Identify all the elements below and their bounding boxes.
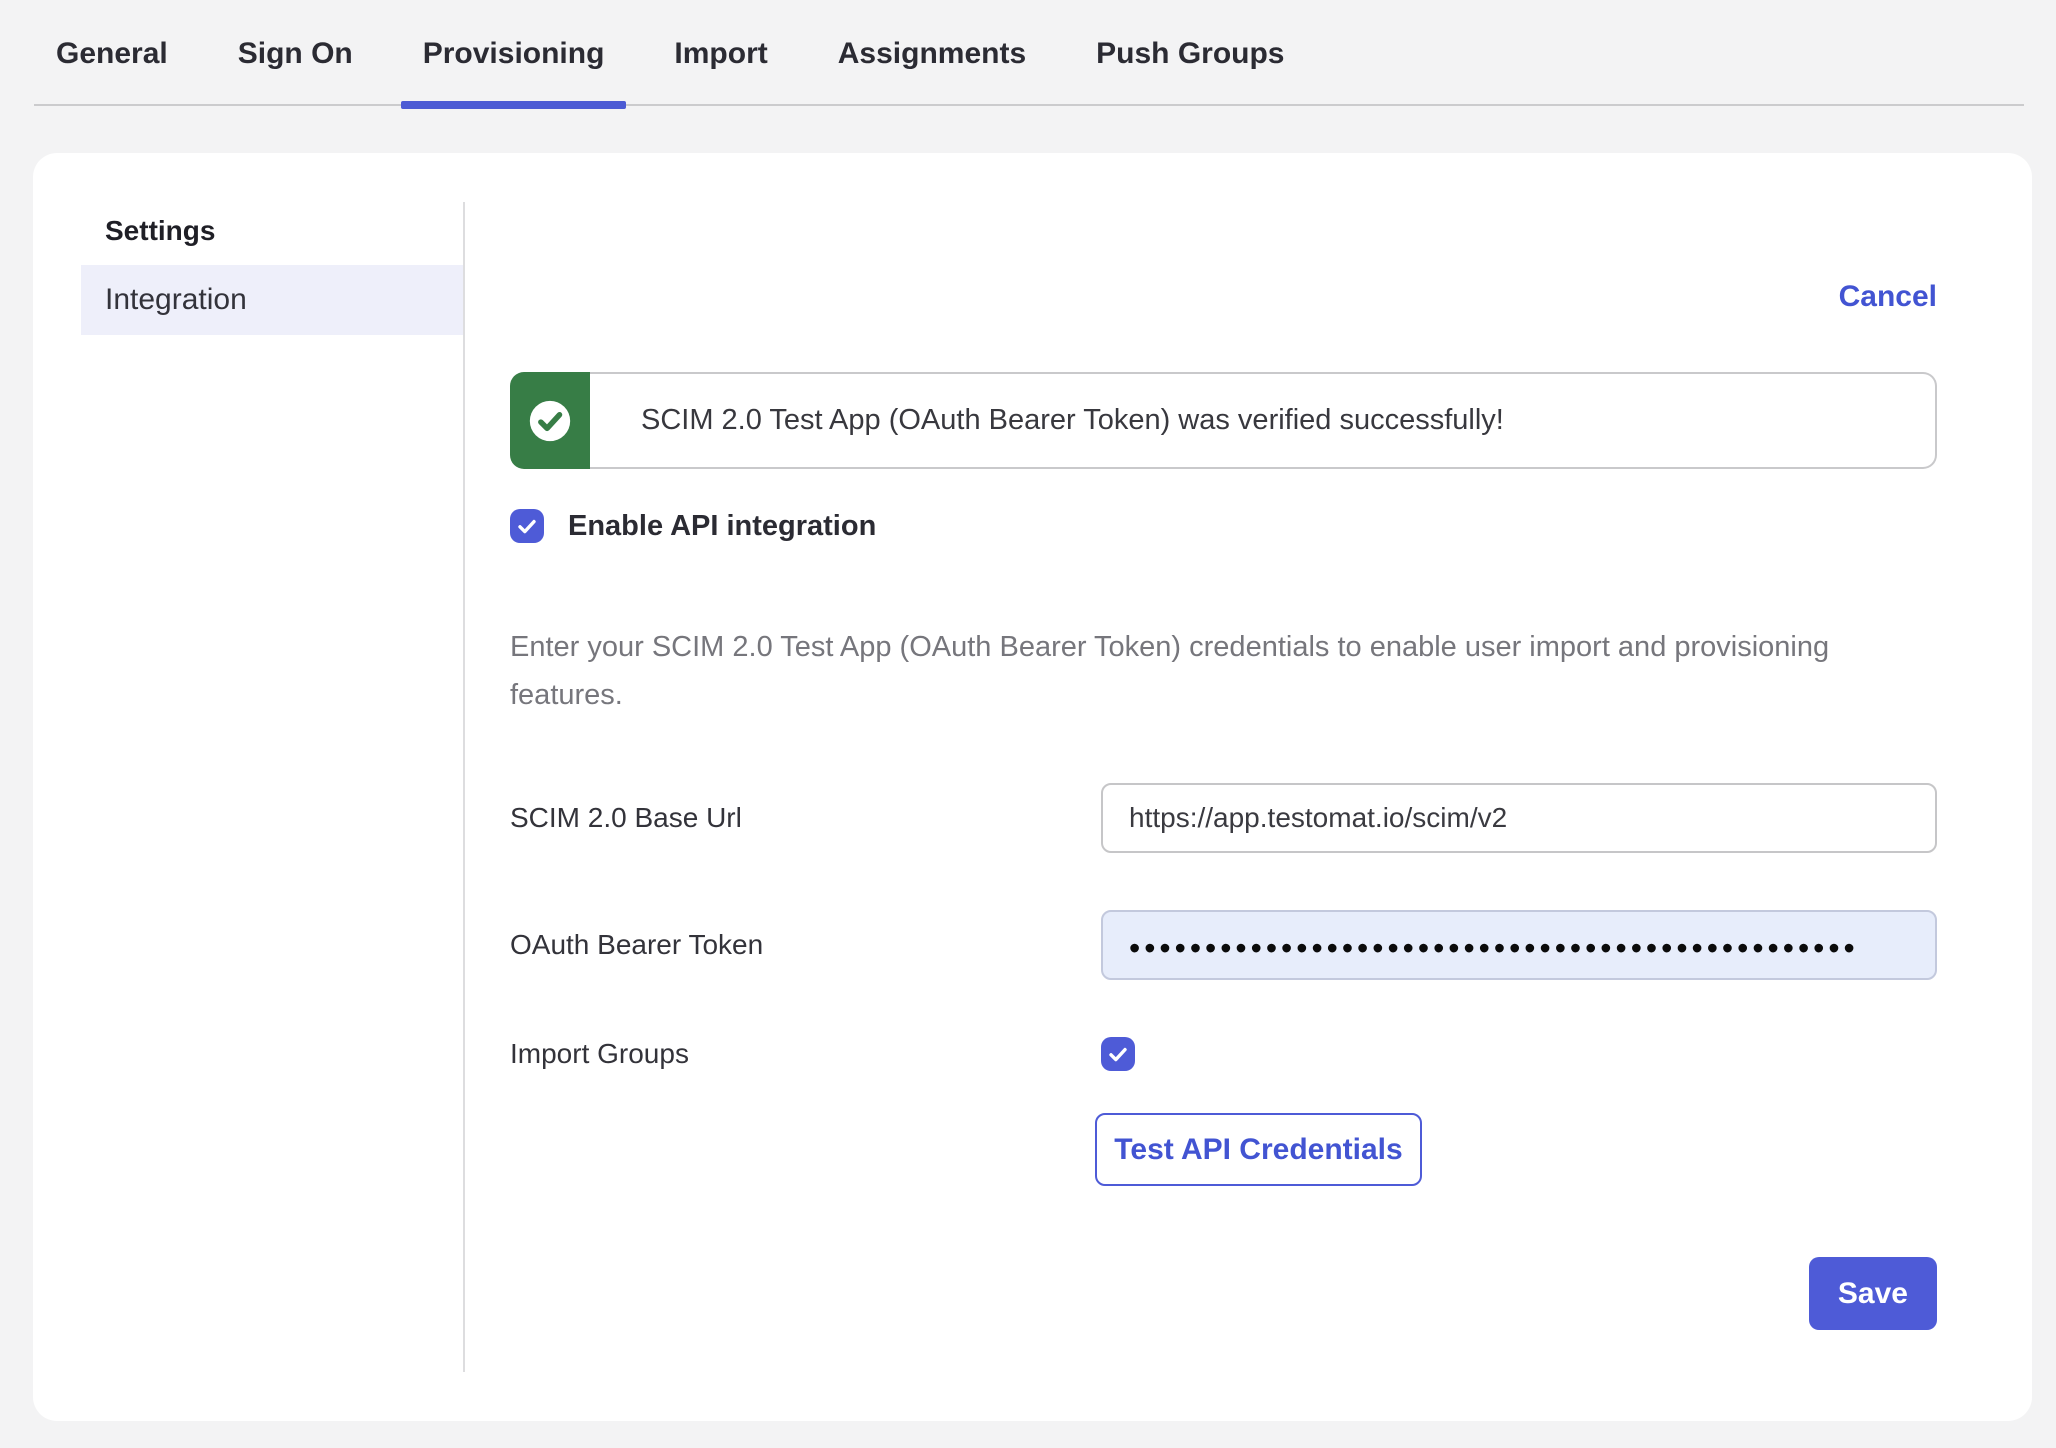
sidebar-divider xyxy=(463,202,465,1372)
token-input[interactable] xyxy=(1101,910,1937,980)
save-button[interactable]: Save xyxy=(1809,1257,1937,1330)
tab-import[interactable]: Import xyxy=(652,38,789,104)
base-url-input[interactable] xyxy=(1101,783,1937,853)
app-tab-bar: General Sign On Provisioning Import Assi… xyxy=(34,0,2024,106)
settings-sidebar: Settings Integration xyxy=(33,153,463,1421)
tab-push-groups[interactable]: Push Groups xyxy=(1074,38,1306,104)
import-groups-checkbox[interactable] xyxy=(1101,1037,1135,1071)
success-banner: SCIM 2.0 Test App (OAuth Bearer Token) w… xyxy=(510,372,1937,469)
tab-sign-on[interactable]: Sign On xyxy=(216,38,375,104)
sidebar-heading: Settings xyxy=(105,215,463,247)
save-row: Save xyxy=(510,1257,1937,1330)
cancel-row: Cancel xyxy=(510,280,1937,314)
checkmark-icon xyxy=(1106,1042,1130,1066)
success-banner-body: SCIM 2.0 Test App (OAuth Bearer Token) w… xyxy=(590,372,1937,469)
integration-panel: Cancel SCIM 2.0 Test App (OAuth Bearer T… xyxy=(463,153,2032,1421)
success-banner-accent xyxy=(510,372,590,469)
token-row: OAuth Bearer Token xyxy=(510,910,1937,980)
base-url-row: SCIM 2.0 Base Url xyxy=(510,783,1937,853)
test-api-credentials-button[interactable]: Test API Credentials xyxy=(1095,1113,1422,1186)
provisioning-card: Settings Integration Cancel SCIM 2.0 Tes… xyxy=(33,153,2032,1421)
enable-api-checkbox[interactable] xyxy=(510,509,544,543)
checkmark-icon xyxy=(515,514,539,538)
tab-provisioning[interactable]: Provisioning xyxy=(401,38,627,104)
tab-assignments[interactable]: Assignments xyxy=(816,38,1048,104)
test-api-row: Test API Credentials xyxy=(510,1113,1937,1186)
credentials-description: Enter your SCIM 2.0 Test App (OAuth Bear… xyxy=(510,623,1895,719)
cancel-link[interactable]: Cancel xyxy=(1839,280,1937,313)
import-groups-row: Import Groups xyxy=(510,1037,1937,1071)
import-groups-label: Import Groups xyxy=(510,1038,1101,1070)
check-circle-icon xyxy=(528,399,572,443)
tab-general[interactable]: General xyxy=(34,38,190,104)
base-url-label: SCIM 2.0 Base Url xyxy=(510,802,1101,834)
sidebar-item-label: Integration xyxy=(105,283,247,316)
sidebar-item-integration[interactable]: Integration xyxy=(81,265,463,335)
enable-api-row: Enable API integration xyxy=(510,509,1937,543)
enable-api-label: Enable API integration xyxy=(568,510,876,543)
success-banner-message: SCIM 2.0 Test App (OAuth Bearer Token) w… xyxy=(641,404,1504,437)
token-label: OAuth Bearer Token xyxy=(510,929,1101,961)
